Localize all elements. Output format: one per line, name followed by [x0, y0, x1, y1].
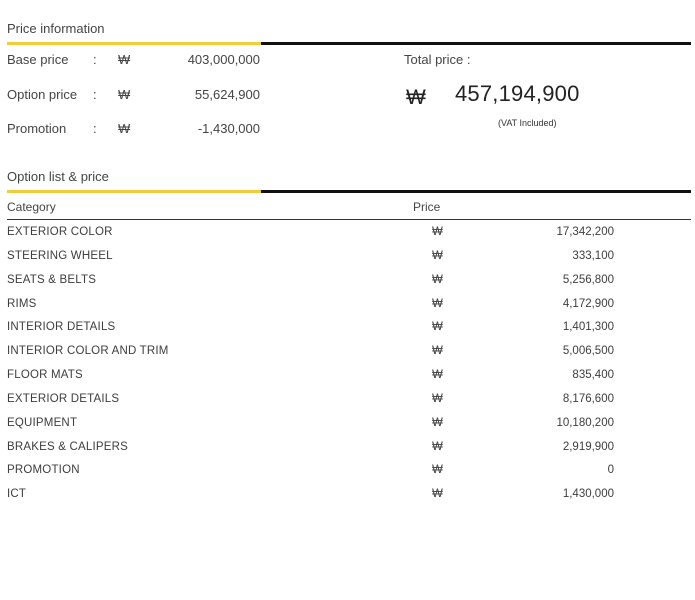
base-price-currency: ₩: [118, 52, 131, 67]
row-currency: ₩: [432, 274, 443, 286]
row-price: 0: [607, 464, 614, 476]
price-info-rule: [7, 42, 691, 45]
table-row: EQUIPMENT ₩ 10,180,200: [7, 417, 691, 439]
row-price: 1,401,300: [562, 321, 614, 333]
promotion-colon: :: [93, 121, 97, 136]
row-currency: ₩: [432, 345, 443, 357]
row-category: SEATS & BELTS: [7, 274, 97, 286]
base-price-colon: :: [93, 52, 97, 67]
row-currency: ₩: [432, 417, 443, 429]
option-price-colon: :: [93, 87, 97, 102]
row-currency: ₩: [432, 441, 443, 453]
base-price-label: Base price: [7, 52, 69, 67]
row-price: 835,400: [572, 369, 614, 381]
row-price: 10,180,200: [556, 417, 614, 429]
row-price: 1,430,000: [562, 488, 614, 500]
row-currency: ₩: [432, 393, 443, 405]
row-price: 5,006,500: [562, 345, 614, 357]
row-currency: ₩: [432, 298, 443, 310]
row-price: 2,919,900: [562, 441, 614, 453]
table-row: INTERIOR DETAILS ₩ 1,401,300: [7, 321, 691, 343]
option-price-currency: ₩: [118, 87, 131, 102]
price-info-title: Price information: [7, 21, 105, 36]
vat-note: (VAT Included): [498, 118, 557, 128]
promotion-amount: -1,430,000: [197, 121, 260, 136]
table-row: EXTERIOR DETAILS ₩ 8,176,600: [7, 393, 691, 415]
total-price-value: 457,194,900: [455, 81, 580, 106]
row-price: 4,172,900: [562, 298, 614, 310]
table-row: RIMS ₩ 4,172,900: [7, 298, 691, 320]
row-category: ICT: [7, 488, 27, 500]
row-currency: ₩: [432, 488, 443, 500]
option-list-title: Option list & price: [7, 169, 109, 184]
header-divider: [7, 219, 691, 220]
row-price: 17,342,200: [556, 226, 614, 238]
row-currency: ₩: [432, 250, 443, 262]
table-row: BRAKES & CALIPERS ₩ 2,919,900: [7, 441, 691, 463]
table-row: FLOOR MATS ₩ 835,400: [7, 369, 691, 391]
option-list-rule-accent: [7, 190, 261, 193]
table-row: INTERIOR COLOR AND TRIM ₩ 5,006,500: [7, 345, 691, 367]
row-category: INTERIOR COLOR AND TRIM: [7, 345, 169, 357]
row-category: BRAKES & CALIPERS: [7, 441, 128, 453]
row-category: STEERING WHEEL: [7, 250, 113, 262]
table-row: ICT ₩ 1,430,000: [7, 488, 691, 510]
row-category: INTERIOR DETAILS: [7, 321, 116, 333]
option-price-label: Option price: [7, 87, 78, 102]
option-price-amount: 55,624,900: [194, 87, 260, 102]
column-header-category: Category: [7, 200, 56, 214]
table-row: PROMOTION ₩ 0: [7, 464, 691, 486]
option-list-rule: [7, 190, 691, 193]
promotion-label: Promotion: [7, 121, 67, 136]
row-price: 5,256,800: [562, 274, 614, 286]
total-price-label: Total price :: [404, 52, 471, 67]
row-currency: ₩: [432, 464, 443, 476]
row-price: 333,100: [572, 250, 614, 262]
promotion-currency: ₩: [118, 121, 131, 136]
price-info-rule-accent: [7, 42, 261, 45]
row-currency: ₩: [432, 369, 443, 381]
row-category: FLOOR MATS: [7, 369, 83, 381]
row-currency: ₩: [432, 226, 443, 238]
row-category: RIMS: [7, 298, 37, 310]
row-category: EQUIPMENT: [7, 417, 78, 429]
row-price: 8,176,600: [562, 393, 614, 405]
row-category: EXTERIOR DETAILS: [7, 393, 120, 405]
row-category: EXTERIOR COLOR: [7, 226, 113, 238]
column-header-price: Price: [413, 200, 441, 214]
total-price-currency: ₩: [406, 86, 426, 109]
table-row: STEERING WHEEL ₩ 333,100: [7, 250, 691, 272]
row-currency: ₩: [432, 321, 443, 333]
row-category: PROMOTION: [7, 464, 80, 476]
option-table-header: Category Price: [7, 200, 691, 218]
table-row: SEATS & BELTS ₩ 5,256,800: [7, 274, 691, 296]
base-price-amount: 403,000,000: [187, 52, 260, 67]
table-row: EXTERIOR COLOR ₩ 17,342,200: [7, 226, 691, 248]
